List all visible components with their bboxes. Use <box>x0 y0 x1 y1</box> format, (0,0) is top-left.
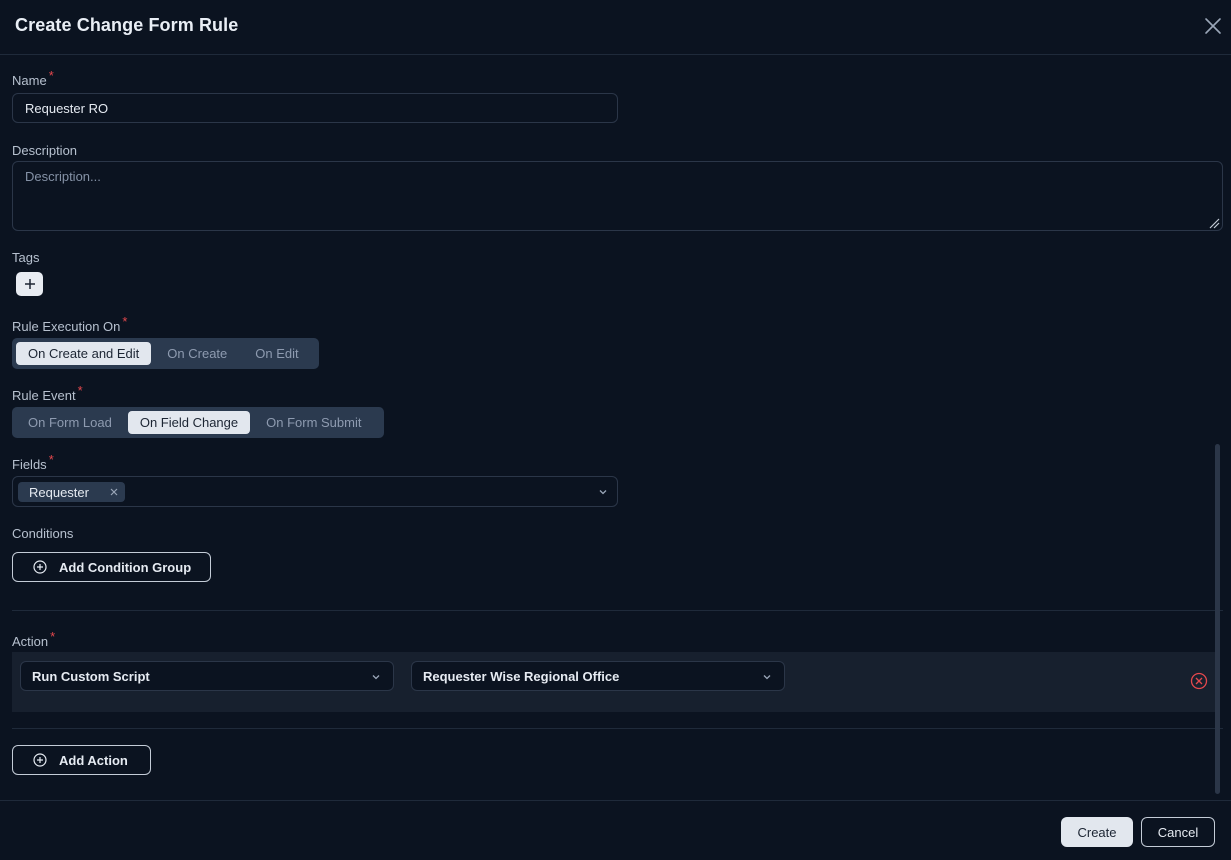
plus-circle-icon <box>33 560 47 574</box>
add-action-button[interactable]: Add Action <box>12 745 151 775</box>
add-tag-button[interactable] <box>16 272 43 296</box>
fields-label-text: Fields <box>12 457 47 472</box>
tags-label: Tags <box>12 250 40 265</box>
create-button[interactable]: Create <box>1061 817 1133 847</box>
action-label-text: Action <box>12 634 49 649</box>
chevron-down-icon <box>372 675 380 680</box>
description-label: Description <box>12 143 78 158</box>
field-chip-label: Requester <box>29 484 89 500</box>
option-on-edit[interactable]: On Edit <box>243 342 310 365</box>
close-icon[interactable] <box>1201 14 1225 38</box>
add-condition-group-label: Add Condition Group <box>59 559 192 575</box>
dialog-footer: Create Cancel <box>0 800 1231 860</box>
remove-action-icon[interactable] <box>1190 672 1208 690</box>
scroll-thumb[interactable] <box>1215 444 1220 794</box>
rule-execution-label-text: Rule Execution On <box>12 319 121 334</box>
cancel-button[interactable]: Cancel <box>1141 817 1215 847</box>
action-type-value: Run Custom Script <box>32 669 150 684</box>
divider <box>12 728 1223 729</box>
conditions-label: Conditions <box>12 526 74 541</box>
add-condition-group-button[interactable]: Add Condition Group <box>12 552 211 582</box>
plus-circle-icon <box>33 753 47 767</box>
fields-label: Fields * <box>12 452 54 472</box>
action-type-select[interactable]: Run Custom Script <box>20 661 394 691</box>
rule-event-label-text: Rule Event <box>12 388 76 403</box>
rule-execution-label: Rule Execution On * <box>12 314 127 334</box>
chevron-down-icon <box>763 675 771 680</box>
plus-icon <box>24 279 35 289</box>
action-row: Run Custom Script Requester Wise Regiona… <box>12 652 1220 712</box>
required-mark: * <box>50 629 56 644</box>
option-on-field-change[interactable]: On Field Change <box>127 411 251 434</box>
dialog-title: Create Change Form Rule <box>15 15 239 35</box>
divider <box>12 610 1223 611</box>
create-rule-dialog: Create Change Form Rule Name* Descriptio… <box>0 0 1231 860</box>
dialog-header: Create Change Form Rule <box>0 0 1231 55</box>
action-label: Action * <box>12 629 55 649</box>
resize-grip-icon[interactable] <box>1208 217 1220 229</box>
field-chip: Requester <box>18 482 125 502</box>
option-on-form-submit[interactable]: On Form Submit <box>254 411 373 434</box>
add-action-label: Add Action <box>59 752 128 768</box>
script-value: Requester Wise Regional Office <box>423 669 620 684</box>
remove-chip-icon[interactable] <box>103 482 125 502</box>
name-label-text: Name <box>12 73 47 88</box>
required-mark: * <box>48 68 54 83</box>
rule-event-toggle: On Form Load On Field Change On Form Sub… <box>12 407 384 438</box>
required-mark: * <box>122 314 128 329</box>
script-select[interactable]: Requester Wise Regional Office <box>411 661 785 691</box>
option-on-create[interactable]: On Create <box>155 342 239 365</box>
chevron-down-icon <box>599 490 607 495</box>
rule-execution-toggle: On Create and Edit On Create On Edit <box>12 338 319 369</box>
name-input[interactable] <box>12 93 618 123</box>
required-mark: * <box>77 383 83 398</box>
scrollbar[interactable] <box>1213 404 1221 796</box>
description-field[interactable] <box>12 161 1223 231</box>
name-label: Name * <box>12 68 54 88</box>
required-mark: * <box>48 452 54 467</box>
rule-event-label: Rule Event * <box>12 383 83 403</box>
option-on-create-and-edit[interactable]: On Create and Edit <box>16 342 152 365</box>
option-on-form-load[interactable]: On Form Load <box>16 411 124 434</box>
fields-select[interactable]: Requester <box>12 476 618 507</box>
